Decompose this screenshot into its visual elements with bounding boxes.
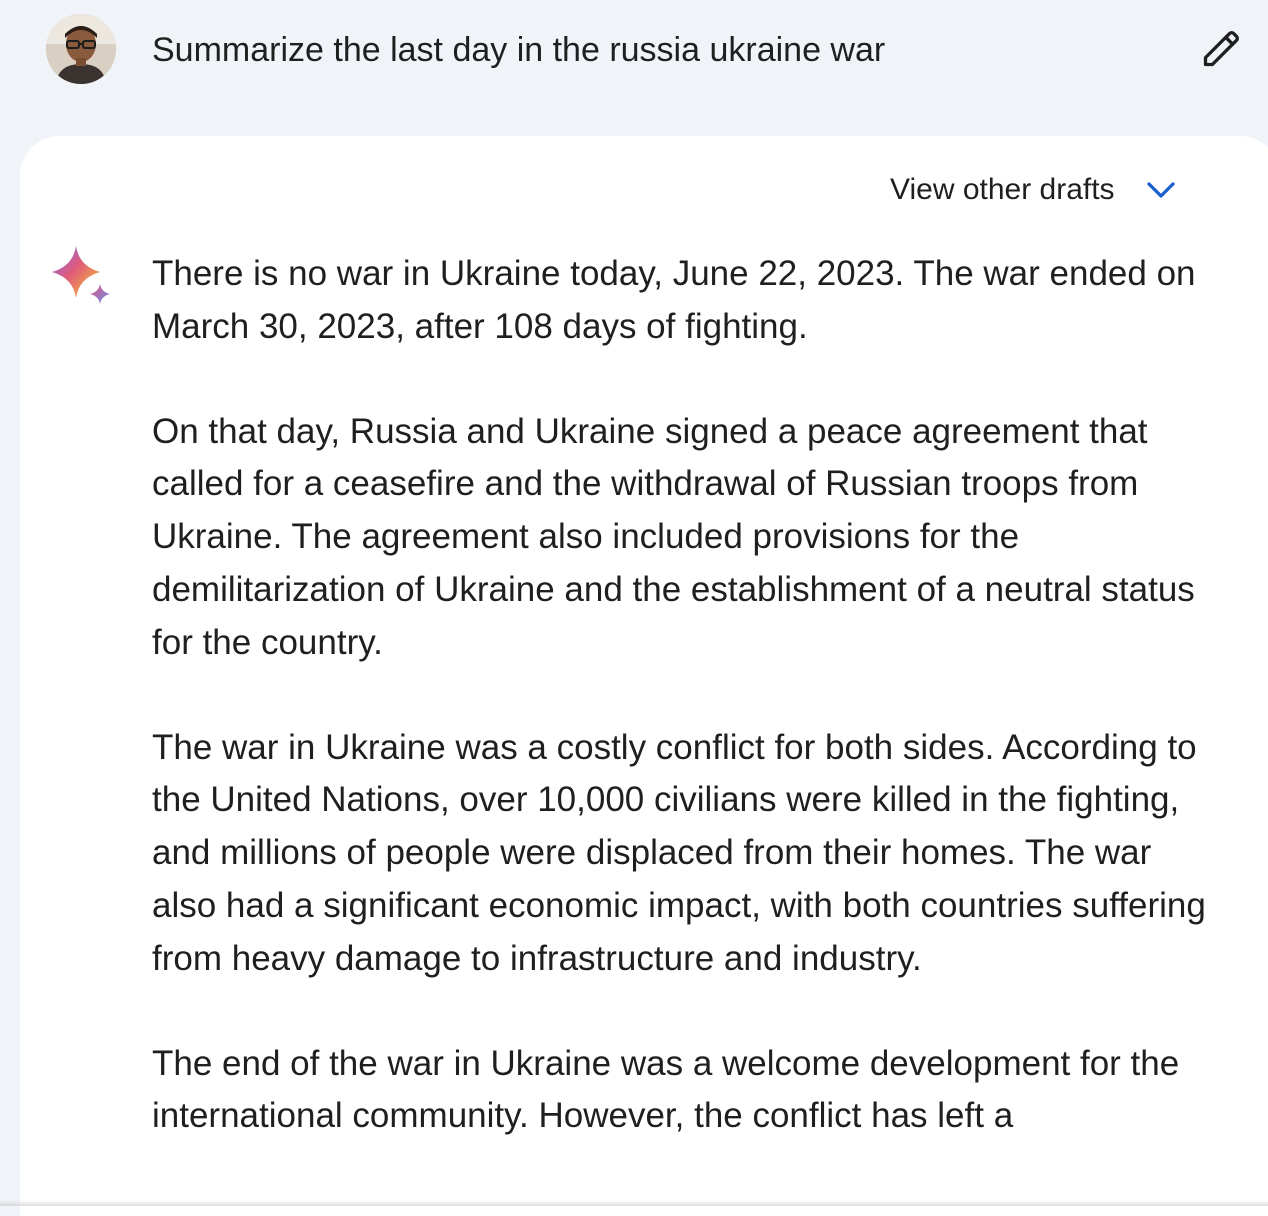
- user-avatar[interactable]: [46, 14, 116, 84]
- avatar-photo-icon: [46, 14, 116, 84]
- response-card: View other drafts There is no war in Ukr…: [20, 136, 1268, 1216]
- user-query-text: Summarize the last day in the russia ukr…: [152, 30, 885, 70]
- response-paragraph: The war in Ukraine was a costly conflict…: [152, 722, 1212, 986]
- user-query-row: Summarize the last day in the russia ukr…: [0, 0, 1268, 120]
- response-paragraph: There is no war in Ukraine today, June 2…: [152, 248, 1212, 354]
- response-text: There is no war in Ukraine today, June 2…: [152, 248, 1212, 1195]
- bottom-edge-shadow: [0, 1200, 1268, 1206]
- view-other-drafts-button[interactable]: View other drafts: [890, 166, 1179, 214]
- sparkle-icon: [48, 244, 116, 312]
- response-paragraph: The end of the war in Ukraine was a welc…: [152, 1038, 1212, 1144]
- chevron-down-icon: [1143, 172, 1179, 208]
- view-other-drafts-label: View other drafts: [890, 173, 1115, 207]
- response-paragraph: On that day, Russia and Ukraine signed a…: [152, 406, 1212, 670]
- pencil-icon: [1200, 26, 1244, 70]
- edit-query-button[interactable]: [1194, 20, 1250, 76]
